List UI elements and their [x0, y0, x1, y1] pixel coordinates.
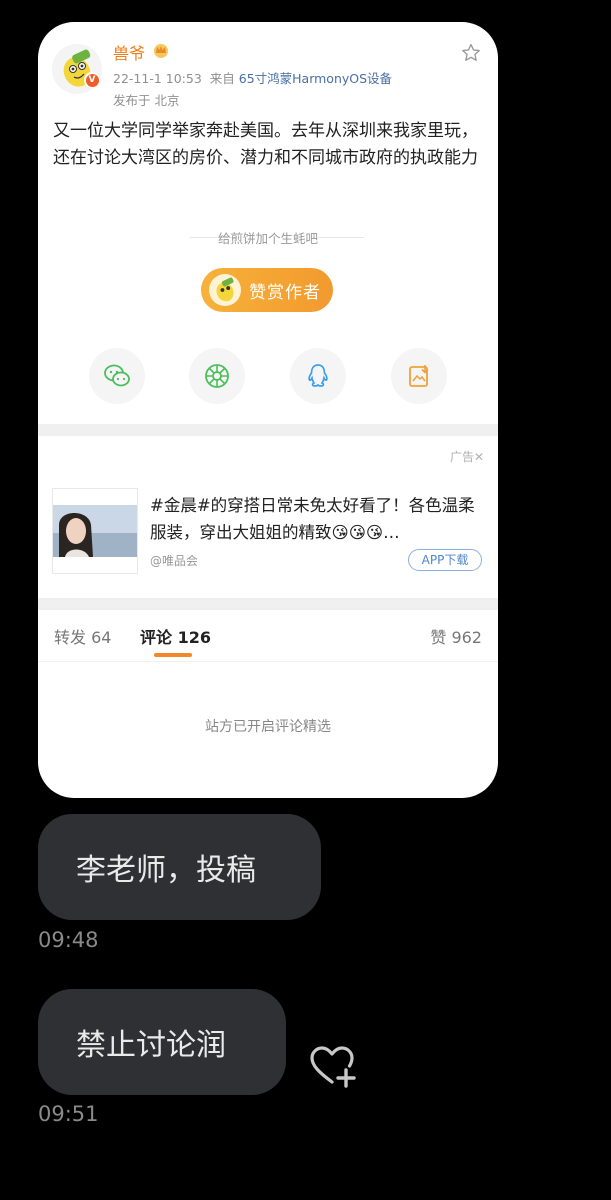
qq-icon — [308, 364, 328, 387]
tip-text: 给煎饼加个生蚝吧 — [217, 231, 318, 246]
crown-icon — [154, 44, 168, 58]
heart-plus-icon[interactable] — [308, 1044, 360, 1090]
ad-title[interactable]: #金晨#的穿搭日常未免太好看了！各色温柔服装，穿出大姐姐的精致😘😘😘… — [150, 492, 488, 546]
section-separator — [38, 424, 498, 436]
wechat-icon — [104, 364, 130, 387]
post-meta: 22-11-1 10:53 来自 65寸鸿蒙HarmonyOS设备 — [113, 68, 392, 87]
ad-brand: @唯品会 — [150, 554, 199, 568]
post-source[interactable]: 65寸鸿蒙HarmonyOS设备 — [239, 71, 392, 86]
from-label: 来自 — [209, 71, 235, 86]
ad-thumbnail[interactable] — [52, 488, 138, 574]
post-location: 发布于 北京 — [113, 93, 180, 108]
message-bubble[interactable]: 李老师，投稿 — [38, 814, 321, 920]
message-time: 09:51 — [38, 1102, 99, 1126]
message-text: 禁止讨论润 — [76, 1028, 226, 1063]
verified-badge-icon: V — [84, 72, 100, 88]
post-date: 22-11-1 10:53 — [113, 71, 202, 86]
share-qq-button[interactable] — [290, 348, 346, 404]
star-icon[interactable] — [460, 42, 482, 64]
message-text: 李老师，投稿 — [76, 853, 256, 888]
app-download-button[interactable]: APP下载 — [408, 549, 482, 571]
shared-weibo-card[interactable]: V 兽爷 22-11-1 10:53 来自 65寸鸿蒙HarmonyOS设备 发… — [38, 22, 498, 798]
share-moments-button[interactable] — [189, 348, 245, 404]
section-separator — [38, 598, 498, 610]
tab-comment[interactable]: 评论 126 — [140, 624, 211, 648]
tab-repost[interactable]: 转发 64 — [54, 624, 111, 648]
avatar — [209, 274, 241, 306]
tab-like[interactable]: 赞 962 — [430, 624, 482, 648]
active-tab-indicator — [154, 653, 192, 657]
ad-label[interactable]: 广告✕ — [450, 448, 484, 465]
divider — [38, 661, 498, 662]
reward-author-button[interactable]: 赞赏作者 — [201, 268, 333, 312]
username[interactable]: 兽爷 — [113, 40, 145, 64]
moments-icon — [205, 364, 229, 388]
reward-label: 赞赏作者 — [249, 282, 321, 303]
curated-comments-notice: 站方已开启评论精选 — [205, 719, 331, 735]
post-text: 又一位大学同学举家奔赴美国。去年从深圳来我家里玩，还在讨论大湾区的房价、潜力和不… — [53, 121, 478, 168]
save-image-icon — [409, 365, 429, 387]
message-time: 09:48 — [38, 928, 99, 952]
message-bubble[interactable]: 禁止讨论润 — [38, 989, 286, 1095]
share-wechat-button[interactable] — [89, 348, 145, 404]
save-image-button[interactable] — [391, 348, 447, 404]
